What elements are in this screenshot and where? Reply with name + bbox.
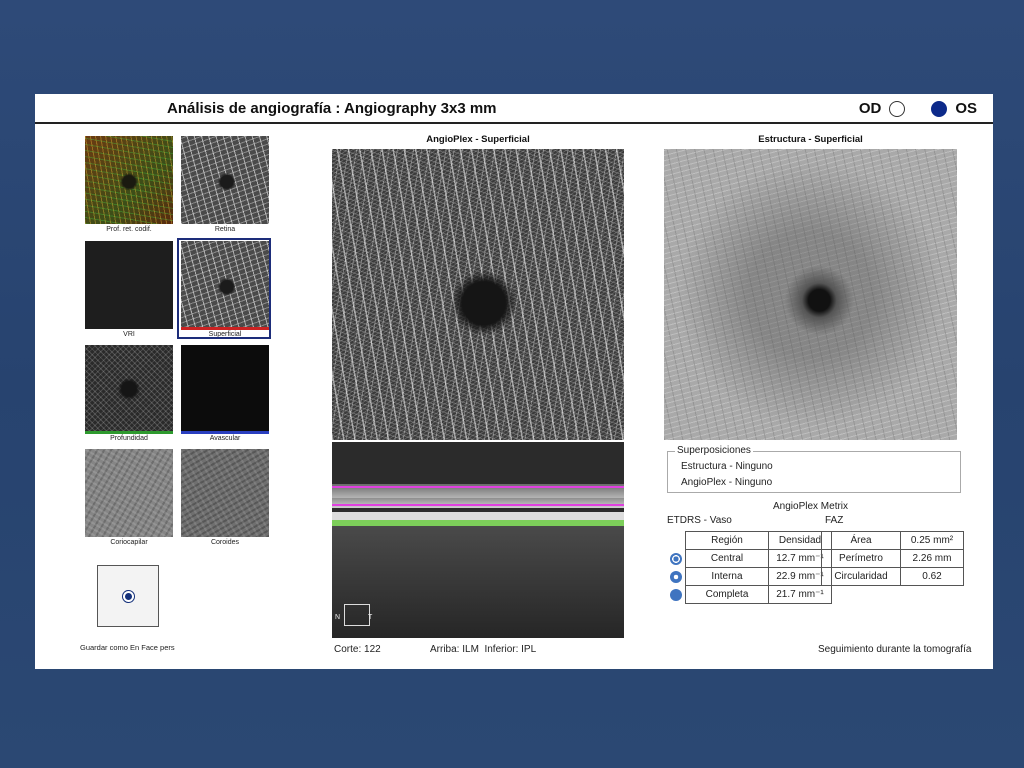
faz-value-cell: 2.26 mm <box>900 549 964 568</box>
table-row: Área 0.25 mm² <box>821 531 964 550</box>
target-icon <box>125 593 132 600</box>
thumbnail-selection-frame <box>177 238 271 339</box>
thumb-label: Coroides <box>210 539 239 546</box>
overlay-structure-option[interactable]: Estructura - Ninguno <box>681 461 773 472</box>
table-row: Circularidad 0.62 <box>821 567 964 586</box>
layer-boundaries: Arriba: ILM Inferior: IPL <box>430 644 537 655</box>
table-row: Perímetro 2.26 mm <box>821 549 964 568</box>
central-region-icon <box>670 553 682 565</box>
thumb-vri[interactable] <box>85 241 173 329</box>
eye-selector: OD OS <box>859 100 977 117</box>
thumb-avascular[interactable] <box>181 345 269 433</box>
structure-superficial-image[interactable] <box>664 149 957 440</box>
faz-title: FAZ <box>825 515 844 526</box>
report-panel: Análisis de angiografía : Angiography 3x… <box>35 94 993 669</box>
angio-title: AngioPlex - Superficial <box>426 134 530 145</box>
full-region-icon <box>670 589 682 601</box>
table-header-row: Región Densidad <box>685 531 832 550</box>
faz-label-cell: Circularidad <box>821 567 901 586</box>
region-cell: Completa <box>685 585 769 604</box>
avascular-bar <box>181 431 269 434</box>
od-radio-icon[interactable] <box>889 100 906 117</box>
faz-label-cell: Área <box>821 531 901 550</box>
slice-indicator: Corte: 122 <box>334 644 381 655</box>
os-label: OS <box>955 100 977 117</box>
etdrs-table: Región Densidad Central 12.7 mm⁻¹ Intern… <box>685 531 832 604</box>
title-divider <box>35 122 993 124</box>
thumb-color-depth[interactable] <box>85 136 173 224</box>
thumb-label: Avascular <box>209 435 241 442</box>
table-header: Región <box>685 531 769 550</box>
thumb-label: Prof. ret. codif. <box>106 226 152 233</box>
table-row: Central 12.7 mm⁻¹ <box>685 549 832 568</box>
orientation-marker <box>344 604 370 626</box>
thumb-label: Retina <box>214 226 236 233</box>
faz-value-cell: 0.62 <box>900 567 964 586</box>
faz-label-cell: Perímetro <box>821 549 901 568</box>
bscan-image[interactable]: N T <box>332 442 624 638</box>
deep-bar <box>85 431 173 434</box>
overlay-angioplex-option[interactable]: AngioPlex - Ninguno <box>681 477 772 488</box>
page-title: Análisis de angiografía : Angiography 3x… <box>167 100 497 117</box>
region-cell: Central <box>685 549 769 568</box>
thumb-deep[interactable] <box>85 345 173 433</box>
thumb-label: VRI <box>123 331 135 338</box>
etdrs-title: ETDRS - Vaso <box>667 515 732 526</box>
tracking-status: Seguimiento durante la tomografía <box>818 644 972 655</box>
od-label: OD <box>858 100 882 117</box>
save-enface-label: Guardar como En Face pers <box>80 643 175 652</box>
inner-region-icon <box>670 571 682 583</box>
thumb-label: Profundidad <box>110 435 148 442</box>
density-cell: 21.7 mm⁻¹ <box>768 585 832 604</box>
faz-value-cell: 0.25 mm² <box>900 531 964 550</box>
thumb-label: Coriocapilar <box>110 539 148 546</box>
region-cell: Interna <box>685 567 769 586</box>
table-row: Interna 22.9 mm⁻¹ <box>685 567 832 586</box>
nasal-label: N <box>335 614 341 621</box>
structure-title: Estructura - Superficial <box>758 134 863 145</box>
thumb-choroid[interactable] <box>181 449 269 537</box>
angioplex-superficial-image[interactable] <box>332 149 624 440</box>
table-row: Completa 21.7 mm⁻¹ <box>685 585 832 604</box>
faz-table: Área 0.25 mm² Perímetro 2.26 mm Circular… <box>821 531 964 586</box>
thumb-choriocapillaris[interactable] <box>85 449 173 537</box>
temporal-label: T <box>368 614 373 621</box>
thumb-retina[interactable] <box>181 136 269 224</box>
metrix-title: AngioPlex Metrix <box>773 501 849 512</box>
save-enface-button[interactable] <box>97 565 159 627</box>
overlays-title: Superposiciones <box>675 445 753 456</box>
os-radio-icon[interactable] <box>931 100 948 117</box>
